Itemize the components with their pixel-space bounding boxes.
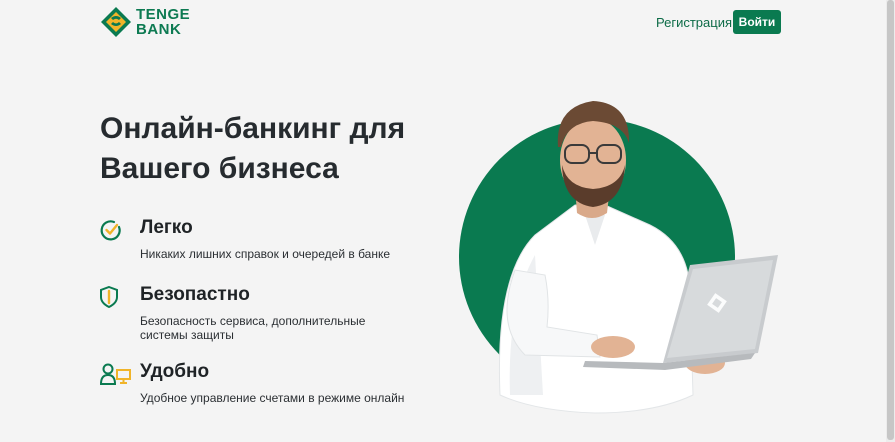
feature-easy: Легко Никаких лишних справок и очередей …: [100, 217, 420, 267]
logo-line-1: TENGE: [136, 6, 191, 23]
feature-secure: Безопастно Безопасность сервиса, дополни…: [100, 284, 420, 354]
feature-convenient-description: Удобное управление счетами в режиме онла…: [140, 391, 405, 405]
hero-illustration: [459, 101, 778, 414]
logo-line-2: BANK: [136, 21, 182, 38]
register-link[interactable]: Регистрация: [656, 15, 732, 30]
shield-icon: [100, 286, 118, 308]
check-circle-icon: [100, 220, 121, 241]
feature-easy-description: Никаких лишних справок и очередей в банк…: [140, 247, 391, 261]
bank-logo-emblem-icon: [101, 7, 131, 37]
feature-convenient: Удобно Удобное управление счетами в режи…: [100, 361, 420, 411]
feature-easy-title: Легко: [140, 217, 193, 238]
bank-logo[interactable]: TENGE BANK: [100, 6, 190, 38]
feature-convenient-title: Удобно: [140, 361, 210, 382]
feature-secure-title: Безопастно: [140, 284, 250, 305]
login-button[interactable]: Войти: [733, 10, 781, 34]
scrollbar-thumb[interactable]: [887, 0, 894, 440]
user-monitor-icon: [100, 363, 131, 385]
page-scrollbar[interactable]: [886, 0, 895, 442]
page-title: Онлайн-банкинг для Вашего бизнеса: [100, 112, 406, 185]
bank-logo-text: TENGE BANK: [136, 7, 190, 37]
feature-secure-description: Безопасность сервиса, дополнительные сис…: [140, 314, 366, 342]
